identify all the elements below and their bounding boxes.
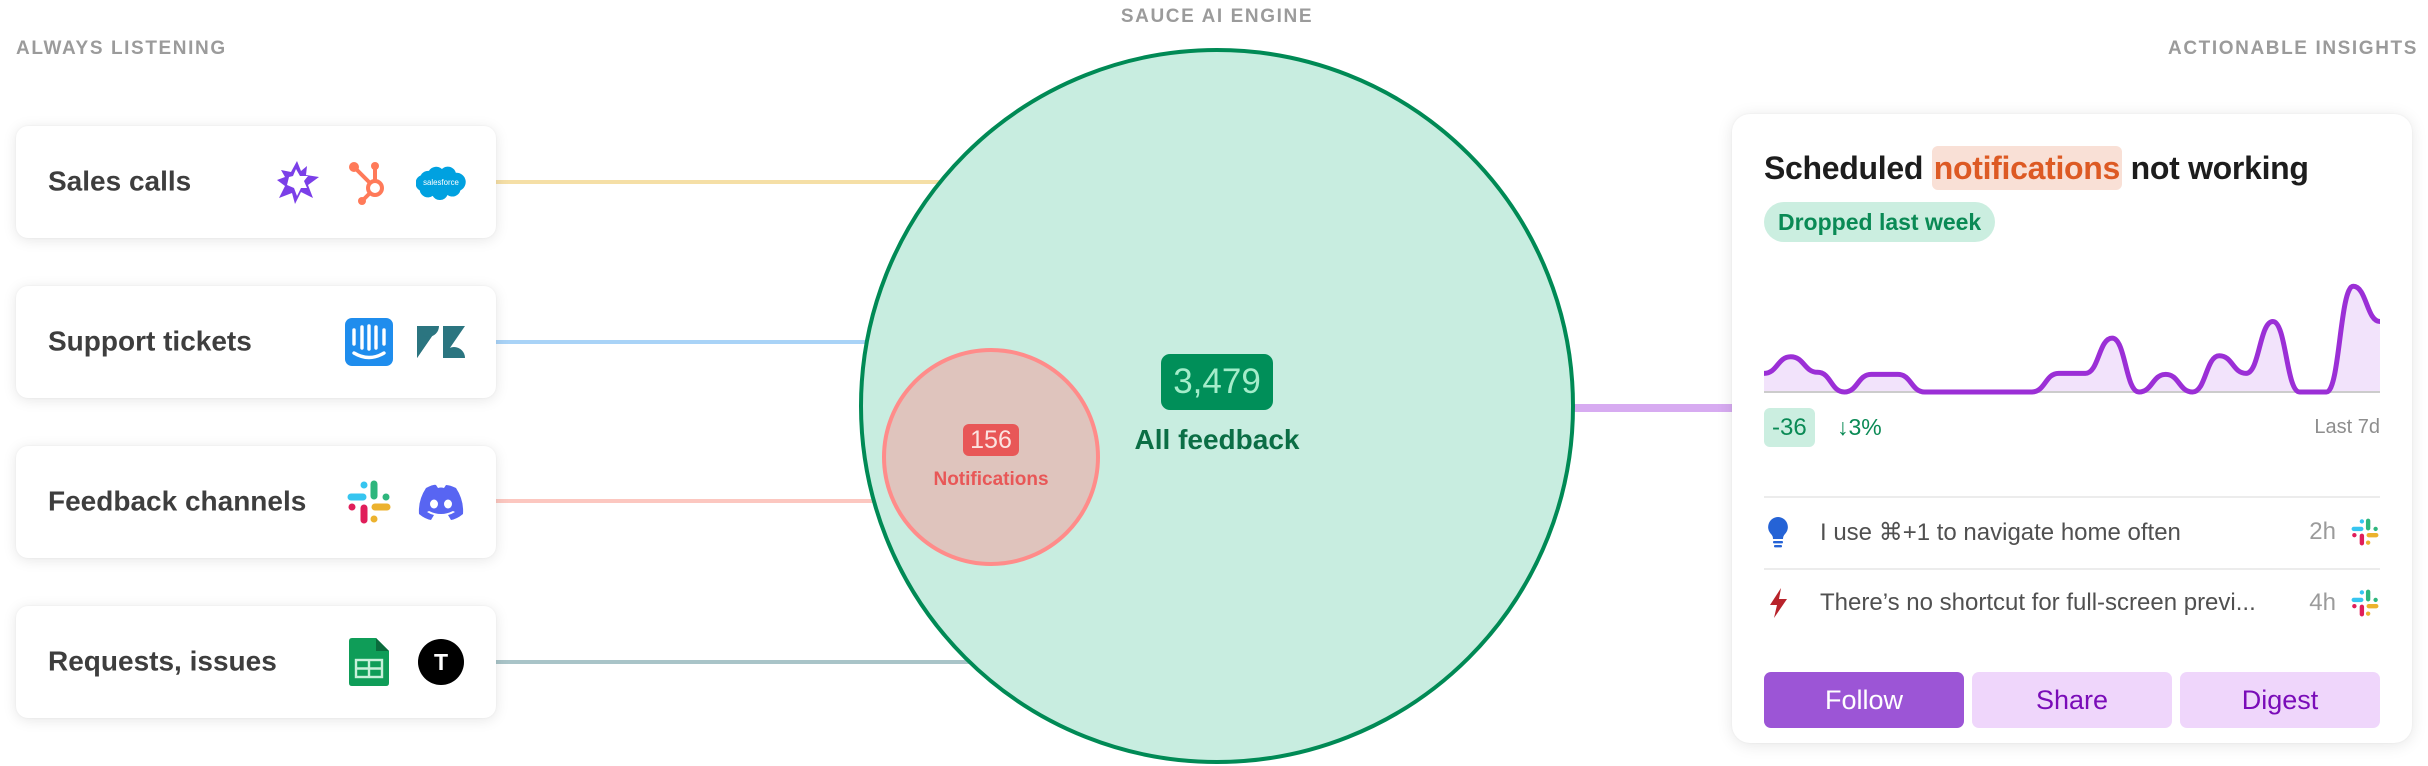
sparkline-chart (1764, 283, 2380, 395)
source-card-sales-calls[interactable]: Sales calls salesforce (16, 126, 496, 238)
feedback-item[interactable]: I use ⌘+1 to navigate home often 2h (1764, 502, 2380, 562)
divider (1764, 496, 2380, 498)
delta-percent: ↓3% (1837, 408, 1882, 447)
google-sheets-icon (344, 637, 394, 687)
title-text: not working (2122, 150, 2309, 186)
follow-button[interactable]: Follow (1764, 672, 1964, 728)
all-feedback-count-badge: 3,479 (1161, 354, 1273, 410)
lightning-icon (1764, 585, 1792, 621)
notifications-label: Notifications (933, 469, 1049, 490)
source-label: Sales calls (48, 165, 192, 197)
source-card-feedback-channels[interactable]: Feedback channels (16, 446, 496, 558)
typeform-icon: T (416, 637, 466, 687)
digest-button[interactable]: Digest (2180, 672, 2380, 728)
notifications-cluster-circle[interactable] (882, 348, 1100, 566)
feedback-time: 2h (2309, 518, 2336, 545)
feedback-item[interactable]: There’s no shortcut for full-screen prev… (1764, 573, 2380, 633)
source-label: Support tickets (48, 325, 252, 357)
feedback-time: 4h (2309, 589, 2336, 616)
all-feedback-label: All feedback (1134, 424, 1300, 455)
delta-percent-value: 3% (1848, 414, 1882, 440)
salesforce-icon: salesforce (416, 157, 466, 207)
feedback-text: There’s no shortcut for full-screen prev… (1820, 589, 2256, 616)
insight-card[interactable]: Scheduled notifications not working Drop… (1732, 114, 2412, 743)
gong-icon (272, 157, 322, 207)
discord-icon (416, 477, 466, 527)
title-highlight-keyword[interactable]: notifications (1931, 146, 2123, 190)
source-card-support-tickets[interactable]: Support tickets (16, 286, 496, 398)
source-card-requests-issues[interactable]: Requests, issues T (16, 606, 496, 718)
insight-title: Scheduled notifications not working (1764, 146, 2309, 190)
hubspot-icon (344, 157, 394, 207)
divider (1764, 568, 2380, 570)
source-label: Requests, issues (48, 645, 277, 677)
share-button[interactable]: Share (1972, 672, 2172, 728)
slack-icon (2350, 517, 2380, 547)
notifications-count-badge: 156 (963, 424, 1019, 456)
time-range-label: Last 7d (2314, 416, 2380, 438)
zendesk-icon (416, 317, 466, 367)
sparkline-area (1764, 286, 2380, 392)
trend-status-pill: Dropped last week (1764, 202, 1996, 242)
source-label: Feedback channels (48, 485, 307, 517)
lightbulb-icon (1764, 514, 1792, 550)
arrow-down-icon: ↓ (1837, 414, 1849, 440)
intercom-icon (344, 317, 394, 367)
slack-icon (344, 477, 394, 527)
title-text: Scheduled (1764, 150, 1932, 186)
feedback-text: I use ⌘+1 to navigate home often (1820, 518, 2181, 546)
svg-text:T: T (434, 649, 448, 675)
svg-text:salesforce: salesforce (423, 178, 459, 187)
delta-count-badge: -36 (1764, 408, 1815, 447)
slack-icon (2350, 588, 2380, 618)
